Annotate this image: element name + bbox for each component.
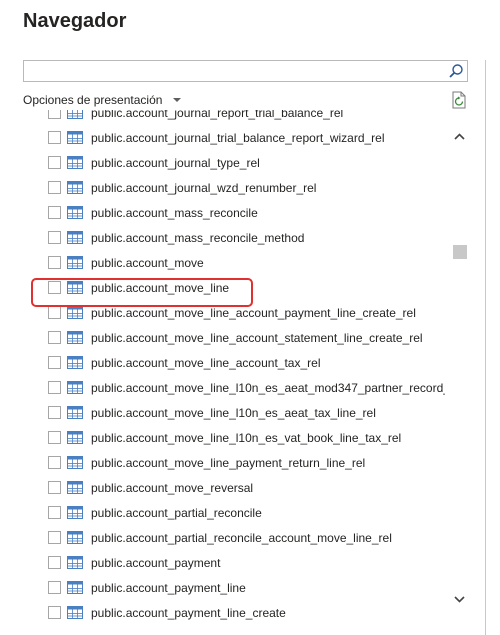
pane-divider (485, 60, 486, 635)
table-icon (67, 506, 83, 519)
item-label: public.account_journal_report_trial_bala… (91, 110, 344, 120)
item-label: public.account_move_line_l10n_es_vat_boo… (91, 430, 402, 445)
item-checkbox[interactable] (48, 356, 61, 369)
list-item[interactable]: public.account_partial_reconcile (40, 500, 445, 525)
item-label: public.account_move_line_account_stateme… (91, 330, 423, 345)
display-options-dropdown[interactable]: Opciones de presentación (23, 93, 182, 107)
item-checkbox[interactable] (48, 431, 61, 444)
item-checkbox[interactable] (48, 331, 61, 344)
list-item[interactable]: public.account_move_line_l10n_es_vat_boo… (40, 425, 445, 450)
search-box[interactable] (23, 60, 468, 82)
scrollbar[interactable] (451, 128, 468, 608)
list-item[interactable]: public.account_journal_wzd_renumber_rel (40, 175, 445, 200)
table-icon (67, 381, 83, 394)
table-icon (67, 156, 83, 169)
item-checkbox[interactable] (48, 206, 61, 219)
item-label: public.account_move_reversal (91, 480, 254, 495)
list-item[interactable]: public.account_payment (40, 550, 445, 575)
table-icon (67, 110, 83, 119)
item-checkbox[interactable] (48, 306, 61, 319)
table-icon (67, 356, 83, 369)
table-icon (67, 431, 83, 444)
table-list: public.account_journal_report_trial_bala… (40, 110, 445, 630)
table-icon (67, 456, 83, 469)
chevron-down-icon (173, 98, 182, 102)
table-icon (67, 556, 83, 569)
item-label: public.account_move_line_l10n_es_aeat_mo… (91, 380, 445, 395)
list-item[interactable]: public.account_move_line_l10n_es_aeat_mo… (40, 375, 445, 400)
list-item[interactable]: public.account_journal_type_rel (40, 150, 445, 175)
table-icon (67, 181, 83, 194)
scroll-down-icon[interactable] (453, 594, 466, 604)
item-label: public.account_journal_trial_balance_rep… (91, 130, 385, 145)
table-icon (67, 531, 83, 544)
table-icon (67, 406, 83, 419)
item-checkbox[interactable] (48, 531, 61, 544)
item-label: public.account_move (91, 255, 204, 270)
item-checkbox[interactable] (48, 581, 61, 594)
item-checkbox[interactable] (48, 110, 61, 119)
refresh-icon[interactable] (450, 91, 468, 109)
item-checkbox[interactable] (48, 156, 61, 169)
scroll-up-icon[interactable] (453, 132, 466, 142)
item-checkbox[interactable] (48, 181, 61, 194)
list-item[interactable]: public.account_move_line_l10n_es_aeat_ta… (40, 400, 445, 425)
display-options-label: Opciones de presentación (23, 93, 163, 107)
list-item[interactable]: public.account_payment_line (40, 575, 445, 600)
item-checkbox[interactable] (48, 406, 61, 419)
table-icon (67, 481, 83, 494)
item-checkbox[interactable] (48, 231, 61, 244)
highlight-box (31, 278, 253, 307)
list-item[interactable]: public.account_payment_line_create (40, 600, 445, 625)
item-checkbox[interactable] (48, 381, 61, 394)
item-checkbox[interactable] (48, 481, 61, 494)
list-item[interactable]: public.account_journal_report_trial_bala… (40, 110, 445, 125)
item-label: public.account_move_line_l10n_es_aeat_ta… (91, 405, 376, 420)
item-label: public.account_payment_line (91, 580, 246, 595)
table-icon (67, 606, 83, 619)
table-icon (67, 206, 83, 219)
table-icon (67, 131, 83, 144)
list-item[interactable]: public.account_mass_reconcile (40, 200, 445, 225)
item-label: public.account_payment_line_create (91, 605, 286, 620)
list-item[interactable]: public.account_move (40, 250, 445, 275)
list-item[interactable]: public.account_move_reversal (40, 475, 445, 500)
list-item[interactable]: public.account_move_line_account_tax_rel (40, 350, 445, 375)
table-icon (67, 231, 83, 244)
table-icon (67, 256, 83, 269)
item-checkbox[interactable] (48, 556, 61, 569)
item-label: public.account_journal_wzd_renumber_rel (91, 180, 317, 195)
table-icon (67, 306, 83, 319)
item-label: public.account_partial_reconcile (91, 505, 262, 520)
item-checkbox[interactable] (48, 131, 61, 144)
item-label: public.account_move_line_account_tax_rel (91, 355, 321, 370)
list-item[interactable]: public.account_journal_trial_balance_rep… (40, 125, 445, 150)
table-icon (67, 581, 83, 594)
item-label: public.account_move_line_account_payment… (91, 305, 416, 320)
item-label: public.account_move_line_payment_return_… (91, 455, 366, 470)
item-label: public.account_mass_reconcile_method (91, 230, 305, 245)
table-icon (67, 331, 83, 344)
item-checkbox[interactable] (48, 456, 61, 469)
page-title: Navegador (23, 10, 127, 32)
scrollbar-thumb[interactable] (453, 245, 467, 259)
item-checkbox[interactable] (48, 506, 61, 519)
item-label: public.account_partial_reconcile_account… (91, 530, 392, 545)
item-label: public.account_journal_type_rel (91, 155, 260, 170)
search-input[interactable] (28, 62, 442, 82)
item-checkbox[interactable] (48, 256, 61, 269)
item-label: public.account_mass_reconcile (91, 205, 258, 220)
item-label: public.account_payment (91, 555, 221, 570)
list-item[interactable]: public.account_move_line_account_stateme… (40, 325, 445, 350)
list-item[interactable]: public.account_move_line_payment_return_… (40, 450, 445, 475)
list-item[interactable]: public.account_partial_reconcile_account… (40, 525, 445, 550)
item-checkbox[interactable] (48, 606, 61, 619)
search-icon[interactable] (448, 63, 464, 79)
list-item[interactable]: public.account_mass_reconcile_method (40, 225, 445, 250)
